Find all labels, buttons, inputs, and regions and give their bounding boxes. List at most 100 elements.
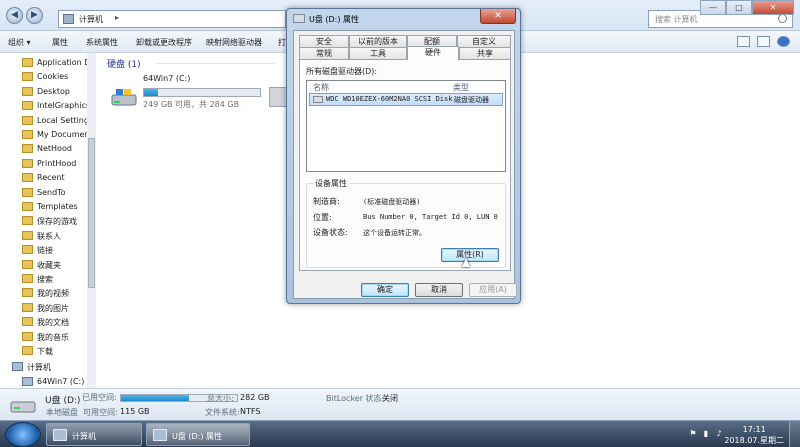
- start-button[interactable]: [5, 422, 41, 447]
- nav-item-label: 下载: [37, 347, 53, 356]
- close-button[interactable]: ✕: [752, 0, 794, 15]
- taskbar-item-computer[interactable]: 计算机: [46, 423, 142, 446]
- hard-disk-group-header[interactable]: 硬盘 (1): [107, 57, 141, 70]
- clock[interactable]: 17:11 2018.07.星期二: [724, 424, 784, 446]
- tab-sharing[interactable]: 共享: [459, 47, 511, 59]
- nav-item-label: 我的图片: [37, 303, 69, 313]
- details-usage-fill: [121, 395, 190, 401]
- search-icon[interactable]: [778, 14, 787, 23]
- hard-drive-icon: [111, 89, 137, 106]
- address-root[interactable]: 计算机: [79, 14, 103, 25]
- taskbar-item-drive-properties[interactable]: U盘 (D:) 属性: [146, 423, 250, 446]
- navigation-pane[interactable]: Application D Cookies Desktop IntelGraphics…: [0, 53, 96, 388]
- removable-drive-icon: [10, 401, 36, 413]
- folder-icon: [22, 86, 33, 96]
- ok-button[interactable]: 确定: [361, 283, 409, 297]
- hardware-tab-page: 所有磁盘驱动器(D): 名称 类型 WDC WD10EZEX-60M2NA0 S…: [299, 59, 511, 271]
- row-device-type: 磁盘驱动器: [454, 96, 489, 104]
- computer-icon: [63, 14, 74, 24]
- organize-button[interactable]: 组织 ▾: [8, 37, 31, 48]
- details-pane: U盘 (D:) 本地磁盘 可用空间: 115 GB 已用空间: 总大小: 282…: [0, 388, 800, 420]
- drive-icon: [293, 14, 305, 23]
- taskbar: 计算机 U盘 (D:) 属性 ⚑ ▮ ♪ 17:11 2018.07.星期二: [0, 420, 800, 447]
- open-button[interactable]: 打: [278, 37, 286, 48]
- folder-icon: [22, 158, 33, 168]
- view-options-icon[interactable]: [737, 36, 750, 47]
- group-divider: [155, 63, 275, 64]
- details-drive-type: 本地磁盘: [46, 408, 78, 417]
- action-center-icon[interactable]: ⚑: [688, 429, 698, 439]
- details-free-label: 可用空间:: [83, 408, 118, 417]
- uninstall-button[interactable]: 卸载或更改程序: [136, 37, 192, 48]
- folder-icon: [22, 72, 33, 82]
- chevron-right-icon[interactable]: ▸: [115, 13, 119, 22]
- manufacturer-label: 制造商:: [313, 197, 340, 206]
- tab-security[interactable]: 安全: [299, 35, 349, 47]
- properties-button[interactable]: 属性: [52, 37, 68, 48]
- column-header-type[interactable]: 类型: [453, 82, 469, 93]
- volume-icon[interactable]: ♪: [714, 429, 724, 439]
- folder-icon: [22, 101, 33, 111]
- nav-item-label: IntelGraphicsl: [37, 101, 93, 111]
- drive-c-name: 64Win7 (C:): [143, 74, 191, 83]
- back-button[interactable]: ◀: [6, 7, 23, 24]
- show-desktop-button[interactable]: [789, 421, 800, 447]
- window-controls: — □ ✕: [700, 0, 794, 15]
- map-drive-button[interactable]: 映射网络驱动器: [206, 37, 262, 48]
- device-properties-group: 设备属性 制造商: (标准磁盘驱动器) 位置: Bus Number 0, Ta…: [306, 178, 506, 268]
- drive-icon: [153, 429, 167, 441]
- folder-icon: [22, 274, 33, 283]
- maximize-button[interactable]: □: [726, 0, 752, 15]
- details-bitlocker-label: BitLocker 状态:: [326, 394, 385, 403]
- table-row[interactable]: WDC WD10EZEX-60M2NA0 SCSI Disk 磁盘驱动器: [309, 93, 503, 106]
- folder-icon: [22, 302, 33, 312]
- folder-icon: [22, 187, 33, 197]
- nav-item-label: 链接: [37, 246, 53, 256]
- dialog-close-button[interactable]: ✕: [480, 9, 516, 24]
- tab-tools[interactable]: 工具: [349, 47, 407, 59]
- nav-item-label: 我的音乐: [37, 332, 69, 342]
- nav-item-label: 收藏夹: [37, 260, 61, 270]
- nav-item-label: Application D: [37, 58, 91, 67]
- device-status-value: 这个设备运转正常。: [363, 229, 426, 237]
- dialog-title: U盘 (D:) 属性: [309, 15, 360, 24]
- disk-drive-list[interactable]: 名称 类型 WDC WD10EZEX-60M2NA0 SCSI Disk 磁盘驱…: [306, 80, 506, 172]
- nav-item-label: 64Win7 (C:): [37, 376, 85, 386]
- minimize-button[interactable]: —: [700, 0, 726, 15]
- nav-item-label: 联系人: [37, 231, 61, 241]
- details-bitlocker-value: 关闭: [382, 394, 398, 403]
- nav-item-label: Local Settings: [37, 115, 94, 125]
- navigation-scrollbar[interactable]: [87, 53, 96, 388]
- tab-general[interactable]: 常规: [299, 47, 349, 59]
- apply-button[interactable]: 应用(A): [469, 283, 517, 297]
- folder-icon: [22, 230, 33, 240]
- tab-hardware[interactable]: 硬件: [407, 46, 459, 60]
- folder-icon: [22, 317, 33, 327]
- forward-button[interactable]: ▶: [26, 7, 43, 24]
- network-icon[interactable]: ▮: [701, 429, 711, 439]
- tab-previous-versions[interactable]: 以前的版本: [349, 35, 407, 47]
- folder-icon: [22, 202, 33, 211]
- taskbar-item-label: 计算机: [72, 432, 96, 441]
- location-value: Bus Number 0, Target Id 0, LUN 0: [363, 213, 498, 221]
- cancel-button[interactable]: 取消: [415, 283, 463, 297]
- drive-icon: [22, 376, 33, 386]
- scrollbar-thumb[interactable]: [88, 138, 95, 288]
- arrow-right-icon: ▶: [31, 10, 38, 20]
- preview-pane-icon[interactable]: [757, 36, 770, 47]
- device-properties-button[interactable]: 属性(R): [441, 248, 499, 262]
- search-input[interactable]: 搜索 计算机: [655, 14, 698, 25]
- details-drive-name: U盘 (D:): [45, 396, 81, 406]
- device-status-label: 设备状态:: [313, 228, 348, 237]
- tab-customize[interactable]: 自定义: [457, 35, 511, 47]
- taskbar-item-label: U盘 (D:) 属性: [172, 432, 223, 441]
- column-header-name[interactable]: 名称: [313, 82, 329, 93]
- folder-icon: [22, 346, 33, 355]
- address-bar[interactable]: 计算机 ▸: [58, 10, 286, 28]
- system-properties-button[interactable]: 系统属性: [86, 37, 118, 48]
- nav-item-label: 我的文档: [37, 318, 69, 328]
- nav-item-label: 我的视频: [37, 289, 69, 299]
- folder-icon: [22, 331, 33, 341]
- nav-item-label: NetHood: [37, 144, 72, 154]
- help-icon[interactable]: [777, 36, 790, 47]
